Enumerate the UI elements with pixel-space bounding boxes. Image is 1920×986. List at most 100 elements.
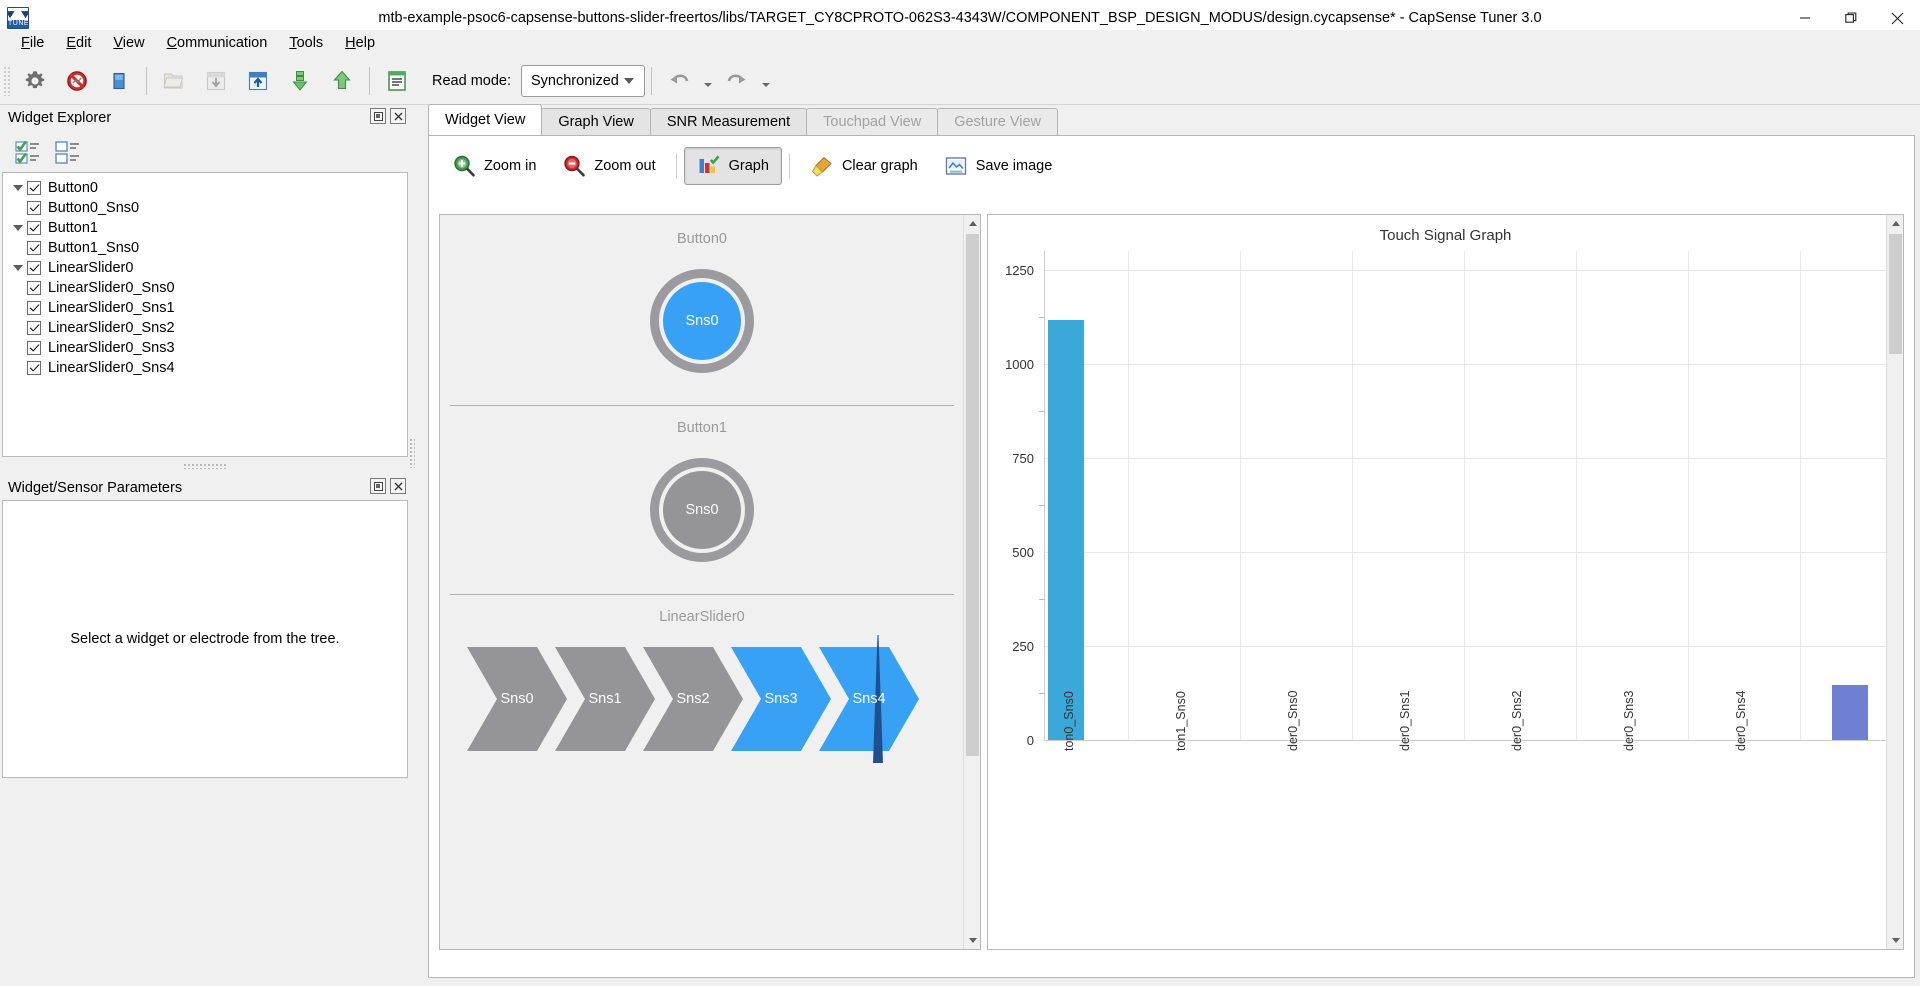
apply-to-project-button[interactable] [321, 61, 363, 101]
undo-split-button[interactable] [658, 61, 716, 101]
save-image-button[interactable]: Save image [931, 147, 1066, 185]
expand-arrow-icon[interactable] [9, 225, 27, 231]
undo-button[interactable] [658, 61, 700, 101]
widget-explorer-tree[interactable]: Button0 Button0_Sns0 Button1 Button1_Sns… [2, 172, 408, 457]
apply-to-device-button[interactable] [279, 61, 321, 101]
chart-scroll-down-button[interactable] [1887, 932, 1903, 949]
scrollbar-thumb[interactable] [966, 234, 979, 756]
gridline-h-3 [1044, 458, 1903, 459]
toolbar-separator-3 [651, 66, 652, 95]
expand-arrow-icon[interactable] [9, 185, 27, 191]
scroll-down-button[interactable] [964, 932, 980, 949]
tree-checkbox[interactable] [27, 201, 41, 215]
download-config-button[interactable] [195, 61, 237, 101]
redo-dropdown-arrow[interactable] [758, 61, 774, 101]
menu-view[interactable]: View [102, 32, 155, 54]
save-image-label: Save image [975, 158, 1053, 174]
tree-checkbox[interactable] [27, 341, 41, 355]
button0-widget[interactable]: Sns0 [650, 269, 754, 373]
tree-item-label: LinearSlider0 [48, 260, 134, 276]
bar-linearslider0-sns3[interactable] [1832, 685, 1868, 740]
read-mode-label: Read mode: [432, 72, 511, 89]
tree-item-label: Button1_Sns0 [48, 240, 140, 256]
widget-explorer-float-button[interactable] [370, 108, 386, 124]
graph-toolbar-separator-2 [788, 153, 790, 179]
graph-label: Graph [728, 158, 769, 174]
upload-config-button[interactable] [237, 61, 279, 101]
menu-help[interactable]: Help [334, 32, 386, 54]
clear-graph-button[interactable]: Clear graph [797, 147, 931, 185]
open-config-button[interactable] [153, 61, 195, 101]
tree-checkbox[interactable] [27, 221, 41, 235]
undo-dropdown-arrow[interactable] [700, 61, 716, 101]
ytick-minor-4 [1039, 317, 1044, 318]
tree-item-linearslider0-sns2[interactable]: LinearSlider0_Sns2 [3, 318, 407, 338]
zoom-out-button[interactable]: Zoom out [549, 147, 668, 185]
toolbar-grip[interactable] [3, 65, 12, 96]
widget-explorer-dock-buttons [370, 108, 406, 124]
tab-snr-measurement[interactable]: SNR Measurement [649, 108, 808, 135]
ytick-label-2: 500 [1012, 545, 1034, 560]
tree-item-linearslider0-sns3[interactable]: LinearSlider0_Sns3 [3, 338, 407, 358]
vertical-splitter-left[interactable] [409, 438, 415, 468]
read-mode-dropdown[interactable]: Synchronized [521, 64, 645, 97]
chart-scroll-up-button[interactable] [1887, 215, 1903, 232]
float-icon [373, 111, 383, 121]
tree-checkbox[interactable] [27, 361, 41, 375]
widget-parameters-float-button[interactable] [370, 478, 386, 494]
scroll-up-button[interactable] [964, 215, 980, 232]
widget-parameters-title: Widget/Sensor Parameters [8, 480, 183, 496]
xtick-label-0: ton0_Sns0 [1062, 691, 1076, 751]
xtick-label-6: der0_Sns4 [1734, 690, 1748, 751]
tree-item-button0[interactable]: Button0 [3, 178, 407, 198]
tree-item-linearslider0-sns0[interactable]: LinearSlider0_Sns0 [3, 278, 407, 298]
tree-item-linearslider0-sns4[interactable]: LinearSlider0_Sns4 [3, 358, 407, 378]
main-toolbar: Read mode: Synchronized [0, 57, 1920, 105]
expand-arrow-icon[interactable] [9, 265, 27, 271]
redo-split-button[interactable] [716, 61, 774, 101]
menu-tools[interactable]: Tools [278, 32, 334, 54]
menu-communication[interactable]: Communication [156, 32, 279, 54]
chart-scrollbar-thumb[interactable] [1889, 234, 1902, 354]
chart-plot-area[interactable]: 0 250 500 750 1000 1250 ton0_Sns0 ton1_S… [988, 251, 1903, 949]
uncheck-all-button[interactable] [52, 137, 86, 169]
graph-toggle-button[interactable]: Graph [683, 147, 782, 185]
tree-item-button0-sns0[interactable]: Button0_Sns0 [3, 198, 407, 218]
tree-checkbox[interactable] [27, 241, 41, 255]
chevron-up-icon [968, 221, 977, 226]
widget-canvas-scrollbar[interactable] [963, 215, 980, 949]
bar-button0-sns0[interactable] [1048, 320, 1084, 740]
tree-checkbox[interactable] [27, 301, 41, 315]
tab-graph-view[interactable]: Graph View [541, 108, 651, 135]
tree-item-button1[interactable]: Button1 [3, 218, 407, 238]
xtick-label-5: der0_Sns3 [1622, 690, 1636, 751]
zoom-in-button[interactable]: Zoom in [439, 147, 549, 185]
tree-item-linearslider0-sns1[interactable]: LinearSlider0_Sns1 [3, 298, 407, 318]
widget-parameters-close-button[interactable] [390, 478, 406, 494]
menu-file[interactable]: File [10, 32, 55, 54]
widget-explorer-close-button[interactable] [390, 108, 406, 124]
log-button[interactable] [376, 61, 418, 101]
menu-edit[interactable]: Edit [55, 32, 102, 54]
linearslider0-widget[interactable]: Sns0 Sns1 Sns2 Sns3 Sns4 [467, 635, 937, 763]
slider-label-4: Sns4 [852, 691, 886, 707]
tree-item-button1-sns0[interactable]: Button1_Sns0 [3, 238, 407, 258]
horizontal-splitter[interactable] [183, 463, 227, 469]
toolbar-separator-1 [146, 66, 147, 95]
disconnect-button[interactable] [56, 61, 98, 101]
undo-arrow-icon [670, 74, 689, 83]
tree-checkbox[interactable] [27, 281, 41, 295]
button1-widget[interactable]: Sns0 [650, 458, 754, 562]
tree-checkbox[interactable] [27, 321, 41, 335]
tree-checkbox[interactable] [27, 181, 41, 195]
tab-widget-view[interactable]: Widget View [428, 104, 543, 135]
stop-button[interactable] [98, 61, 140, 101]
redo-button[interactable] [716, 61, 758, 101]
tree-checkbox[interactable] [27, 261, 41, 275]
configure-widgets-button[interactable] [14, 61, 56, 101]
check-all-button[interactable] [12, 137, 46, 169]
chart-scrollbar[interactable] [1886, 215, 1903, 949]
tree-item-linearslider0[interactable]: LinearSlider0 [3, 258, 407, 278]
tab-label: Widget View [445, 112, 526, 128]
redo-arrow-icon [727, 74, 746, 83]
